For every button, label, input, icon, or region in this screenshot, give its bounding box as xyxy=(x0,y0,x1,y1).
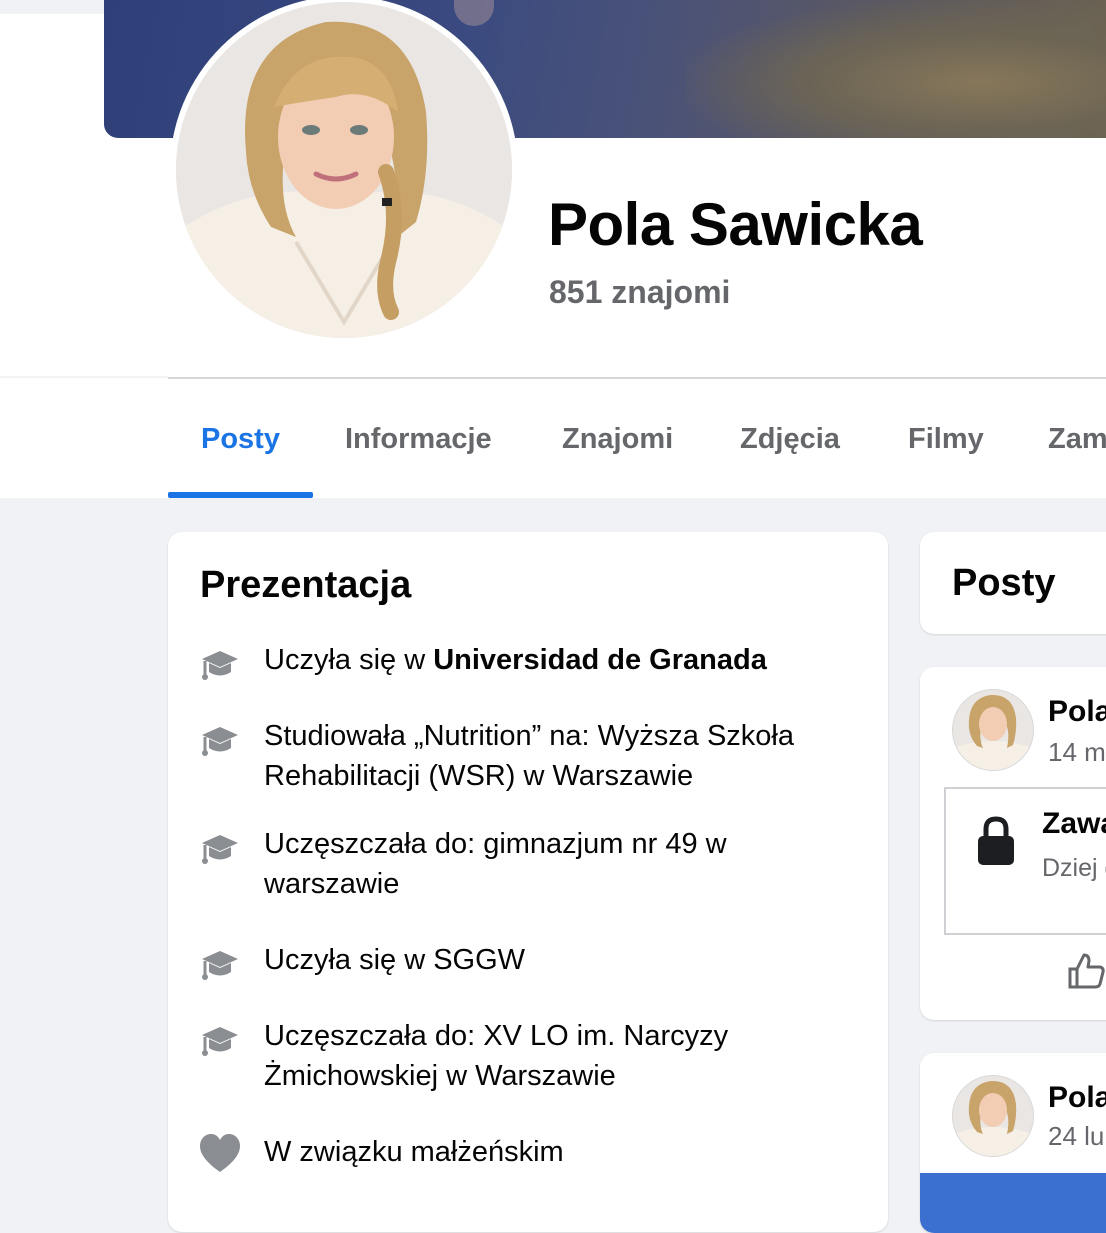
post-card: Pola 24 lu xyxy=(920,1053,1106,1233)
tab-more[interactable]: Zam xyxy=(1048,379,1106,498)
post-author-name[interactable]: Pola xyxy=(1048,695,1106,729)
profile-picture[interactable] xyxy=(170,0,518,344)
tab-videos[interactable]: Filmy xyxy=(908,379,984,498)
locked-content-box: Zawa Dziej grupi xyxy=(944,787,1106,935)
post-author-avatar[interactable] xyxy=(952,689,1034,771)
intro-item-text: Uczyła się w SGGW xyxy=(264,944,526,976)
heart-icon xyxy=(200,1134,240,1172)
intro-item-text: Uczyła się w Universidad de Granada xyxy=(264,640,864,680)
profile-tabs: Posty Informacje Znajomi Zdjęcia Filmy Z… xyxy=(168,379,1106,498)
profile-name: Pola Sawicka xyxy=(548,191,923,258)
post-date[interactable]: 14 m xyxy=(1048,737,1106,768)
profile-photo-illustration xyxy=(176,2,512,338)
graduation-cap-icon xyxy=(202,727,238,756)
intro-item-text: Uczęszczała do: XV LO im. Narcyzy Żmicho… xyxy=(264,1020,729,1092)
avatar-illustration xyxy=(953,690,1033,770)
school-link[interactable]: Universidad de Granada xyxy=(433,644,767,676)
post-image[interactable] xyxy=(920,1173,1106,1233)
post-author-name[interactable]: Pola xyxy=(1048,1081,1106,1115)
graduation-cap-icon xyxy=(202,835,238,864)
intro-item-text: Uczęszczała do: gimnazjum nr 49 w warsza… xyxy=(264,828,727,900)
posts-title: Posty xyxy=(952,562,1056,604)
post-card: Pola 14 m Zawa Dziej grupi xyxy=(920,667,1106,1020)
intro-card: Prezentacja Uczyła się w Universidad de … xyxy=(168,532,888,1232)
cover-photo-texture xyxy=(686,0,1106,138)
intro-item-prefix: Uczyła się w xyxy=(264,644,434,676)
intro-title: Prezentacja xyxy=(200,564,412,606)
tab-friends[interactable]: Znajomi xyxy=(562,379,673,498)
tab-photos[interactable]: Zdjęcia xyxy=(740,379,840,498)
cover-photo-detail xyxy=(454,0,494,26)
graduation-cap-icon xyxy=(202,951,238,980)
posts-header-card: Posty xyxy=(920,532,1106,634)
friends-count[interactable]: 851 znajomi xyxy=(549,274,730,311)
page-top-strip xyxy=(0,0,104,14)
post-date[interactable]: 24 lu xyxy=(1048,1121,1104,1152)
locked-content-description: Dziej grupi xyxy=(1042,854,1106,882)
tab-posts[interactable]: Posty xyxy=(201,379,280,498)
avatar-illustration xyxy=(953,1076,1033,1156)
intro-item-text: Studiowała „Nutrition” na: Wyższa Szkoła… xyxy=(264,720,795,792)
locked-content-title: Zawa xyxy=(1042,807,1106,840)
header-edge xyxy=(0,376,168,378)
graduation-cap-icon xyxy=(202,651,238,680)
like-icon[interactable] xyxy=(1066,951,1106,991)
graduation-cap-icon xyxy=(202,1027,238,1056)
intro-item-text: W związku małżeńskim xyxy=(264,1136,564,1168)
active-tab-indicator xyxy=(168,492,313,498)
tab-about[interactable]: Informacje xyxy=(345,379,492,498)
post-author-avatar[interactable] xyxy=(952,1075,1034,1157)
lock-icon xyxy=(978,816,1014,865)
profile-photo xyxy=(176,2,512,338)
